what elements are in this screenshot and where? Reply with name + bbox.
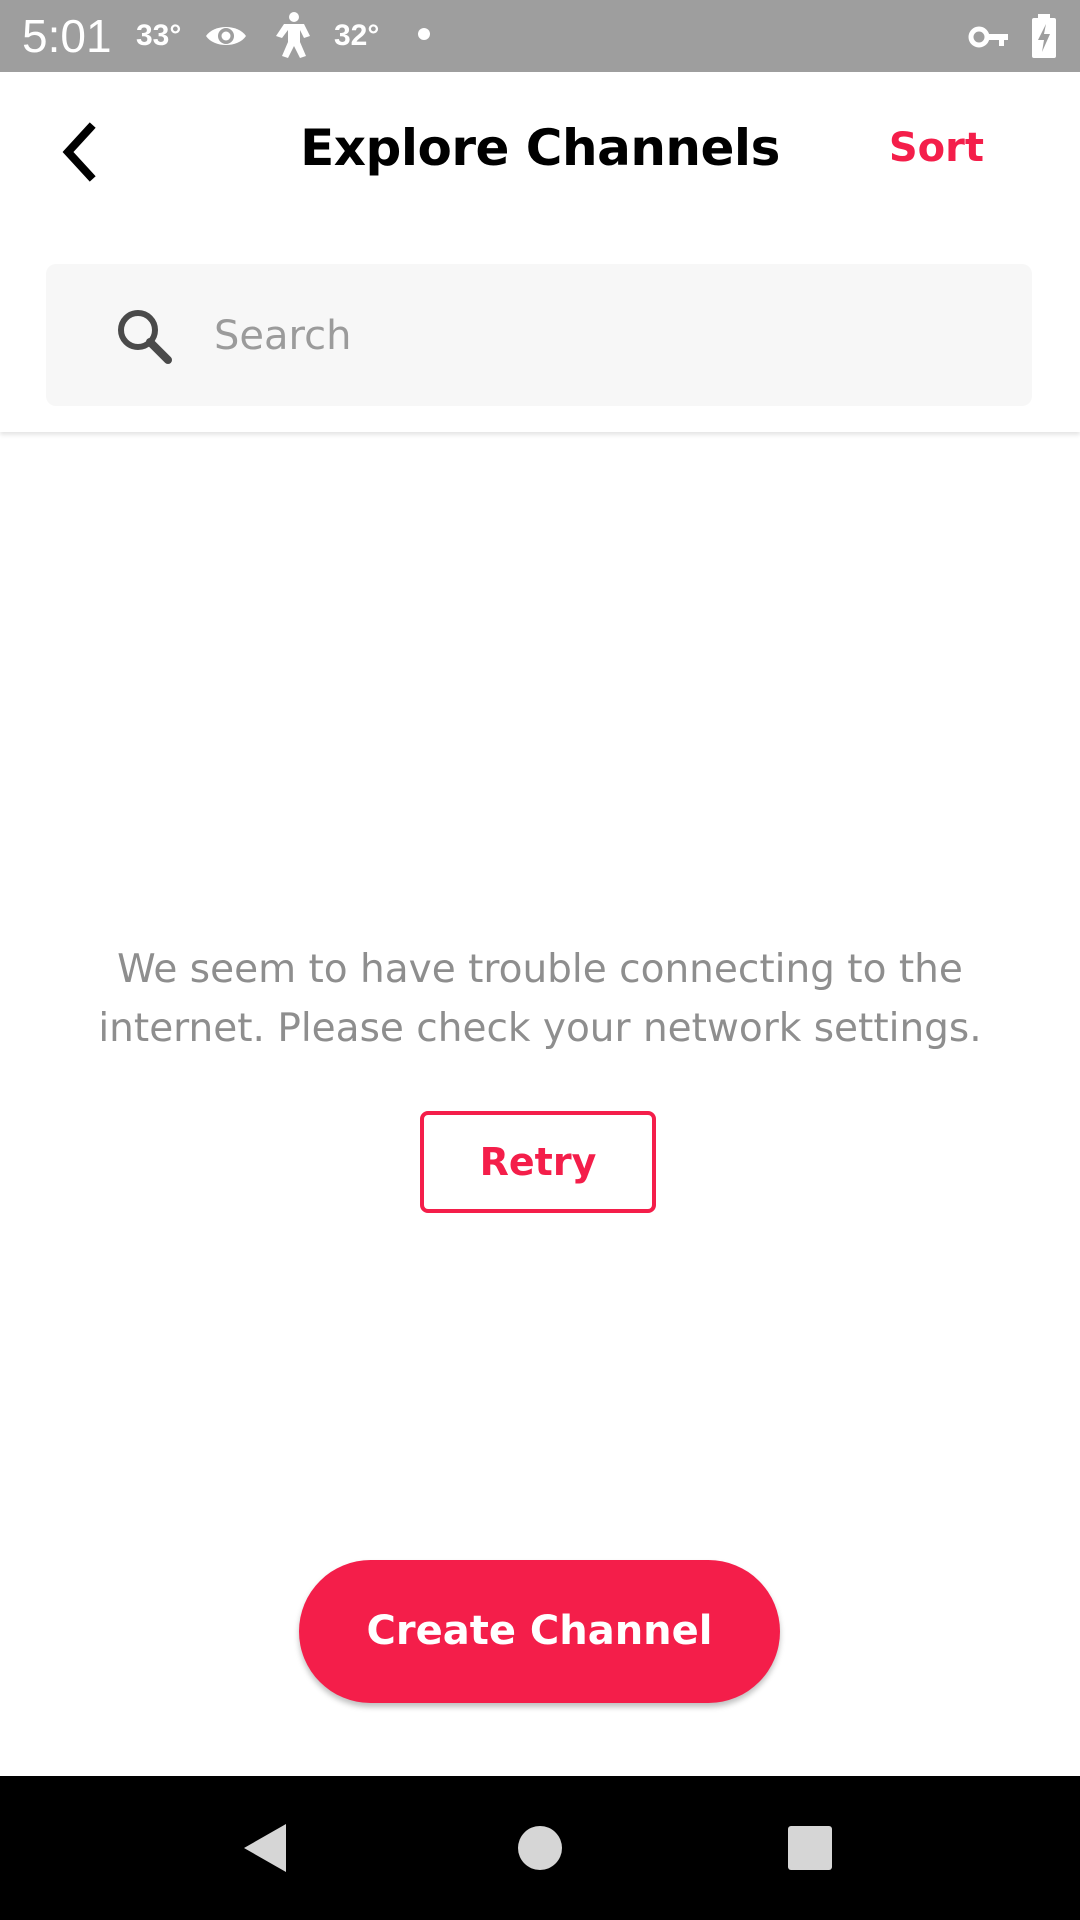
sort-button[interactable]: Sort bbox=[889, 120, 984, 176]
create-channel-button[interactable]: Create Channel bbox=[299, 1560, 780, 1703]
vpn-key-icon bbox=[968, 20, 1010, 58]
connection-error-message: We seem to have trouble connecting to th… bbox=[98, 947, 982, 1051]
nav-recents-button[interactable] bbox=[774, 1812, 846, 1884]
dot-icon bbox=[416, 26, 432, 46]
status-temperature-2: 32° bbox=[334, 19, 380, 52]
eye-icon bbox=[204, 14, 248, 62]
recents-square-icon bbox=[788, 1826, 832, 1870]
figure-icon bbox=[270, 10, 316, 64]
search-input[interactable] bbox=[212, 300, 996, 372]
search-bar[interactable] bbox=[46, 264, 1032, 406]
battery-charging-icon bbox=[1030, 14, 1058, 62]
nav-home-button[interactable] bbox=[504, 1812, 576, 1884]
status-time: 5:01 bbox=[22, 10, 112, 62]
app-bar: Explore Channels Sort bbox=[0, 72, 1080, 432]
screen: 5:01 33° 32° Explore Channels Sort Searc… bbox=[0, 0, 1080, 1920]
retry-button[interactable]: Retry bbox=[420, 1111, 656, 1213]
status-temperature-1: 33° bbox=[136, 19, 182, 52]
nav-back-button[interactable] bbox=[230, 1812, 302, 1884]
status-bar: 5:01 33° 32° bbox=[0, 0, 1080, 72]
back-triangle-icon bbox=[244, 1824, 286, 1872]
home-circle-icon bbox=[518, 1826, 562, 1870]
system-nav-bar bbox=[0, 1776, 1080, 1920]
search-icon bbox=[118, 310, 172, 364]
